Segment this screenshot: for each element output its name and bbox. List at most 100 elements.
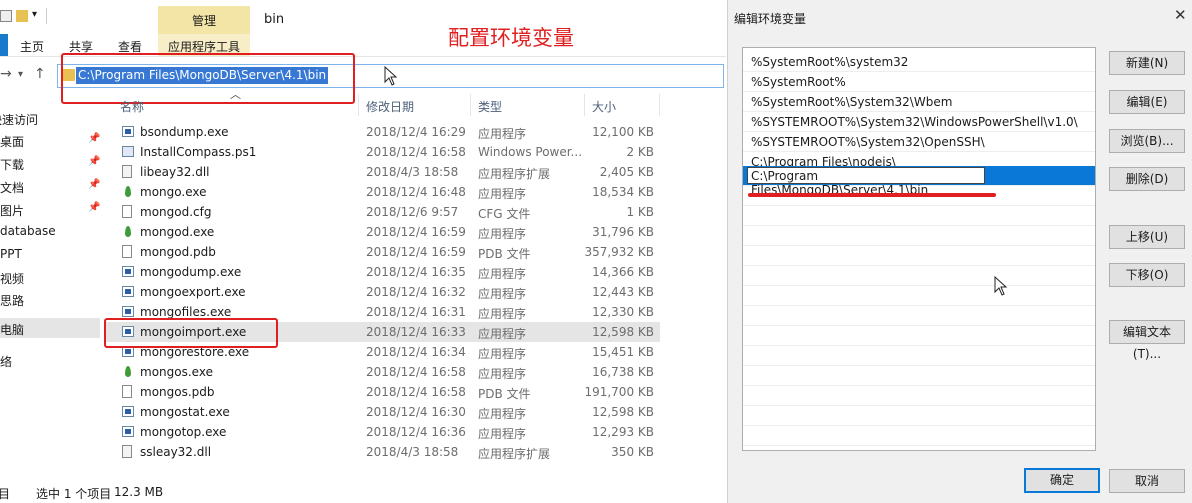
pin-icon: 📌 bbox=[88, 156, 101, 167]
column-header-name[interactable]: 名称 bbox=[120, 98, 144, 115]
path-entry-text: %SystemRoot%\System32\Wbem bbox=[751, 95, 953, 109]
table-row[interactable]: ssleay32.dll 2018/4/3 18:58 应用程序扩展 350 K… bbox=[104, 442, 660, 462]
file-name: mongod.exe bbox=[140, 225, 215, 239]
delete-button[interactable]: 删除(D) bbox=[1109, 167, 1185, 191]
column-header-size[interactable]: 大小 bbox=[592, 98, 616, 115]
edit-text-button[interactable]: 编辑文本(T)... bbox=[1109, 320, 1185, 361]
file-icon bbox=[122, 385, 132, 398]
nav-item-database[interactable]: database bbox=[0, 221, 100, 241]
move-up-button[interactable]: 上移(U) bbox=[1109, 225, 1185, 249]
file-date: 2018/12/6 9:57 bbox=[366, 205, 459, 219]
nav-item-quick-access[interactable]: 快速访问 bbox=[0, 108, 90, 128]
list-item-empty[interactable] bbox=[743, 266, 1095, 286]
file-name: bsondump.exe bbox=[140, 125, 229, 139]
table-row[interactable]: mongoexport.exe 2018/12/4 16:32 应用程序 12,… bbox=[104, 282, 660, 302]
list-item-empty[interactable] bbox=[743, 206, 1095, 226]
column-separator[interactable] bbox=[358, 94, 359, 116]
column-separator[interactable] bbox=[659, 94, 660, 116]
column-separator[interactable] bbox=[470, 94, 471, 116]
file-explorer-window: ▾ 管理 bin 主页 共享 查看 应用程序工具 → ▾ ↑ C:\Progra… bbox=[0, 0, 726, 503]
file-size: 357,932 KB bbox=[584, 245, 654, 259]
table-row[interactable]: mongos.pdb 2018/12/4 16:58 PDB 文件 191,70… bbox=[104, 382, 660, 402]
file-type: PDB 文件 bbox=[478, 247, 531, 261]
table-row[interactable]: mongos.exe 2018/12/4 16:58 应用程序 16,738 K… bbox=[104, 362, 660, 382]
list-item[interactable]: %SystemRoot%\System32\Wbem bbox=[743, 92, 1095, 112]
path-entry-edit-field[interactable]: C:\Program Files\MongoDB\Server\4.1\bin bbox=[747, 167, 985, 197]
table-row[interactable]: mongod.exe 2018/12/4 16:59 应用程序 31,796 K… bbox=[104, 222, 660, 242]
file-name: mongo.exe bbox=[140, 185, 207, 199]
list-item[interactable]: %SYSTEMROOT%\System32\OpenSSH\ bbox=[743, 132, 1095, 152]
move-down-button[interactable]: 下移(O) bbox=[1109, 263, 1185, 287]
table-row[interactable]: mongotop.exe 2018/12/4 16:36 应用程序 12,293… bbox=[104, 422, 660, 442]
table-row[interactable]: mongo.exe 2018/12/4 16:48 应用程序 18,534 KB bbox=[104, 182, 660, 202]
table-row[interactable]: mongodump.exe 2018/12/4 16:35 应用程序 14,36… bbox=[104, 262, 660, 282]
quick-access-dropdown-icon[interactable]: ▾ bbox=[32, 9, 37, 20]
cancel-button[interactable]: 取消 bbox=[1109, 469, 1185, 493]
list-item-empty[interactable] bbox=[743, 386, 1095, 406]
list-item[interactable]: %SystemRoot% bbox=[743, 72, 1095, 92]
list-item-empty[interactable] bbox=[743, 246, 1095, 266]
explorer-titlebar: ▾ bbox=[0, 0, 726, 32]
file-name: mongoexport.exe bbox=[140, 285, 246, 299]
table-row[interactable]: mongod.cfg 2018/12/6 9:57 CFG 文件 1 KB bbox=[104, 202, 660, 222]
file-type: 应用程序 bbox=[478, 287, 527, 301]
nav-item-downloads[interactable]: 下载 📌 bbox=[0, 153, 100, 173]
table-row[interactable]: libeay32.dll 2018/4/3 18:58 应用程序扩展 2,405… bbox=[104, 162, 660, 182]
contextual-tab-group-manage[interactable]: 管理 bbox=[158, 6, 250, 34]
nav-item-pictures[interactable]: 图片 📌 bbox=[0, 199, 100, 219]
column-separator[interactable] bbox=[584, 94, 585, 116]
forward-arrow-icon[interactable]: → bbox=[0, 66, 12, 82]
edit-button[interactable]: 编辑(E) bbox=[1109, 90, 1185, 114]
nav-item-desktop[interactable]: 桌面 📌 bbox=[0, 130, 100, 150]
file-date: 2018/4/3 18:58 bbox=[366, 445, 459, 459]
file-tab[interactable] bbox=[0, 34, 8, 56]
nav-item-this-pc[interactable]: 此电脑 bbox=[0, 318, 100, 338]
new-folder-icon[interactable] bbox=[16, 10, 28, 22]
tab-home[interactable]: 主页 bbox=[20, 38, 44, 55]
properties-icon[interactable] bbox=[0, 10, 12, 22]
nav-item-label: database bbox=[0, 224, 56, 238]
list-item-empty[interactable] bbox=[743, 366, 1095, 386]
list-item-empty[interactable] bbox=[743, 286, 1095, 306]
table-row[interactable]: mongod.pdb 2018/12/4 16:59 PDB 文件 357,93… bbox=[104, 242, 660, 262]
file-size: 15,451 KB bbox=[592, 345, 654, 359]
close-icon[interactable]: ✕ bbox=[1174, 6, 1187, 24]
file-name: mongodump.exe bbox=[140, 265, 242, 279]
list-item-empty[interactable] bbox=[743, 406, 1095, 426]
list-item[interactable]: %SystemRoot%\system32 bbox=[743, 52, 1095, 72]
list-item-empty[interactable] bbox=[743, 326, 1095, 346]
new-button[interactable]: 新建(N) bbox=[1109, 51, 1185, 75]
list-item-empty[interactable] bbox=[743, 346, 1095, 366]
file-date: 2018/12/4 16:32 bbox=[366, 285, 466, 299]
path-entry-list[interactable]: %SystemRoot%\system32 %SystemRoot% %Syst… bbox=[742, 47, 1096, 451]
table-row[interactable]: bsondump.exe 2018/12/4 16:29 应用程序 12,100… bbox=[104, 122, 660, 142]
ok-button[interactable]: 确定 bbox=[1024, 468, 1100, 493]
nav-item-documents[interactable]: 文档 📌 bbox=[0, 176, 100, 196]
file-size: 16,738 KB bbox=[592, 365, 654, 379]
list-item-selected[interactable]: C:\Program Files\MongoDB\Server\4.1\bin bbox=[743, 166, 1095, 197]
column-header-date[interactable]: 修改日期 bbox=[366, 98, 414, 115]
browse-button[interactable]: 浏览(B)... bbox=[1109, 129, 1185, 153]
powershell-script-icon bbox=[122, 146, 134, 157]
list-item-empty[interactable] bbox=[743, 306, 1095, 326]
list-item-empty[interactable] bbox=[743, 226, 1095, 246]
nav-item-ideas[interactable]: 思路 bbox=[0, 289, 100, 309]
pin-icon: 📌 bbox=[88, 133, 101, 144]
column-header-type[interactable]: 类型 bbox=[478, 98, 502, 115]
file-type: 应用程序 bbox=[478, 267, 527, 281]
exe-icon bbox=[122, 126, 134, 137]
mouse-cursor-icon bbox=[994, 276, 1008, 296]
nav-item-label: 图片 bbox=[0, 204, 25, 218]
file-type: 应用程序 bbox=[478, 227, 527, 241]
nav-item-ppt[interactable]: PPT bbox=[0, 244, 100, 264]
nav-item-videos[interactable]: 视频 bbox=[0, 267, 100, 287]
table-row[interactable]: InstallCompass.ps1 2018/12/4 16:58 Windo… bbox=[104, 142, 660, 162]
nav-item-network[interactable]: 网络 bbox=[0, 350, 100, 370]
list-item[interactable]: %SYSTEMROOT%\System32\WindowsPowerShell\… bbox=[743, 112, 1095, 132]
file-type: 应用程序扩展 bbox=[478, 167, 551, 181]
list-item-empty[interactable] bbox=[743, 426, 1095, 446]
recent-locations-chevron-icon[interactable]: ▾ bbox=[18, 69, 23, 80]
table-row[interactable]: mongostat.exe 2018/12/4 16:30 应用程序 12,59… bbox=[104, 402, 660, 422]
mouse-cursor-icon bbox=[384, 66, 398, 86]
up-arrow-icon[interactable]: ↑ bbox=[34, 66, 46, 82]
